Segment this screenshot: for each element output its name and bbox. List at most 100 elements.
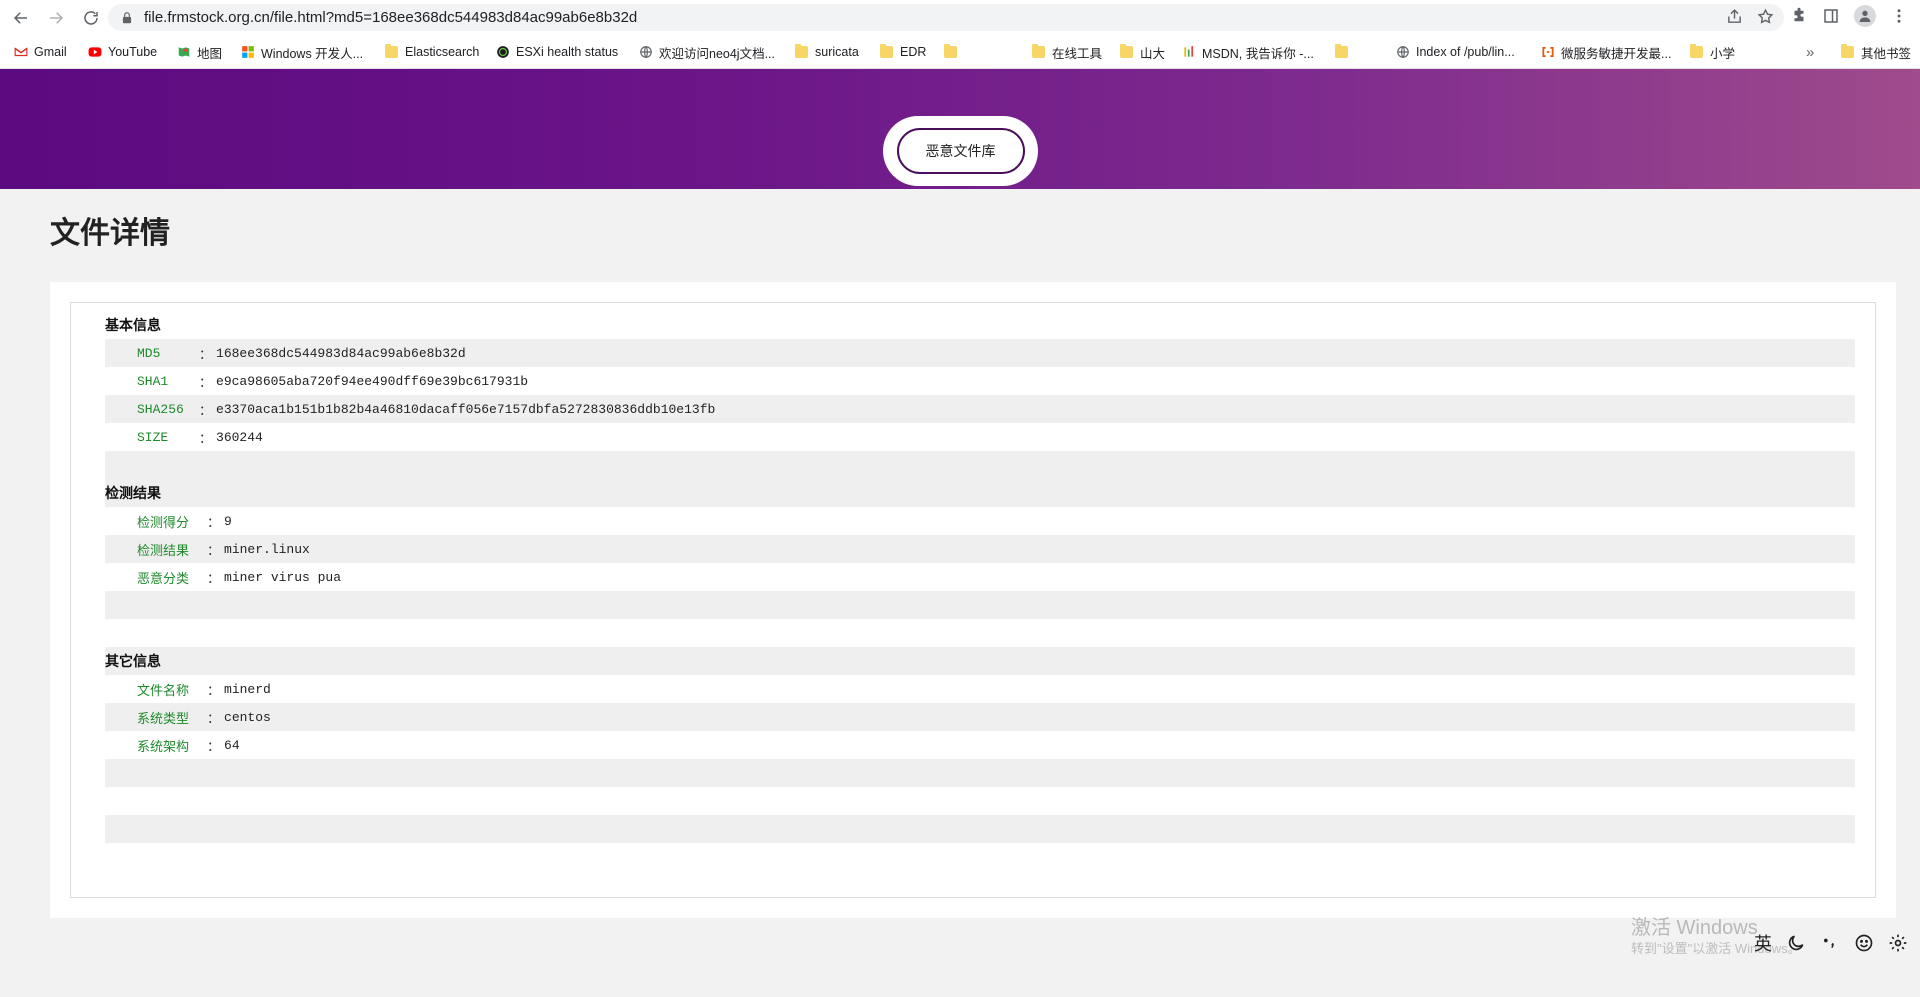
info-row-filename: 文件名称 ： minerd [105,675,1855,703]
bookmarks-overflow-button[interactable]: » [1806,43,1814,61]
bookmark-neo4j[interactable]: 欢迎访问neo4j文档... [639,43,775,61]
globe-icon [640,46,652,58]
forward-button[interactable] [42,4,70,32]
info-row-result: 检测结果 ： miner.linux [105,535,1855,563]
ime-language-toggle[interactable]: 英 [1754,930,1772,956]
info-separator: ： [207,711,221,727]
bookmark-primary-school[interactable]: 小学 [1690,43,1735,61]
details-card: 基本信息 MD5 ： 168ee368dc544983d84ac99ab6e8b… [70,302,1876,898]
header-banner: 恶意文件库 [0,69,1920,189]
extensions-icon[interactable] [1790,7,1808,25]
arrow-right-icon [50,11,64,24]
info-row-category: 恶意分类 ： miner virus pua [105,563,1855,591]
address-bar[interactable]: file.frmstock.org.cn/file.html?md5=168ee… [108,4,1784,31]
bookmark-microservice[interactable]: 微服务敏捷开发最... [1541,43,1671,61]
folder-icon [385,44,398,58]
spacer-row [105,759,1855,787]
malware-library-button[interactable]: 恶意文件库 [896,128,1025,174]
info-value: e3370aca1b151b1b82b4a46810dacaff056e7157… [216,401,716,417]
bookmark-gmail[interactable]: Gmail [14,43,67,61]
info-value: 9 [224,513,232,529]
info-separator: ： [207,515,221,531]
info-key: MD5 [137,345,161,361]
folder-icon [880,44,893,58]
back-button[interactable] [7,4,35,32]
bookmark-suricata[interactable]: suricata [795,43,859,61]
page-title: 文件详情 [50,217,170,250]
bookmark-online-tools[interactable]: 在线工具 [1032,43,1102,61]
info-row-sha1: SHA1 ： e9ca98605aba720f94ee490dff69e39bc… [105,367,1855,395]
lock-icon [122,11,132,23]
bookmark-other[interactable]: 其他书签 [1841,43,1911,61]
star-icon[interactable] [1757,8,1774,25]
section-header: 基本信息 [105,311,1855,339]
info-value: 64 [224,737,240,753]
info-key: 系统类型 [137,711,190,727]
info-separator: ： [199,403,213,419]
esxi-icon [497,46,509,58]
info-value: miner virus pua [224,569,342,585]
more-vertical-icon[interactable] [1890,7,1908,25]
info-row-sha256: SHA256 ： e3370aca1b151b1b82b4a46810dacaf… [105,395,1855,423]
info-row-arch: 系统架构 ： 64 [105,731,1855,759]
bookmark-esxi[interactable]: ESXi health status [496,43,618,61]
section-header: 其它信息 [105,647,1855,675]
youtube-icon [88,47,102,57]
info-row-score: 检测得分 ： 9 [105,507,1855,535]
info-value: miner.linux [224,541,310,557]
library-button-frame: 恶意文件库 [883,116,1038,186]
info-value: 168ee368dc544983d84ac99ab6e8b32d [216,345,466,361]
info-separator: ： [199,347,213,363]
info-row-md5: MD5 ： 168ee368dc544983d84ac99ab6e8b32d [105,339,1855,367]
info-value: minerd [224,681,271,697]
section-title: 其它信息 [105,653,161,669]
bookmark-msdn[interactable]: MSDN, 我告诉你 -... [1182,43,1314,61]
bookmark-windows-dev[interactable]: Windows 开发人... [241,43,363,61]
section-header: 检测结果 [105,479,1855,507]
info-key: 系统架构 [137,739,190,755]
gmail-icon [14,47,28,57]
info-row-size: SIZE ： 360244 [105,423,1855,451]
punctuation-icon[interactable] [1820,933,1840,953]
maps-icon [178,47,190,57]
section-title: 检测结果 [105,485,161,501]
settings-gear-icon[interactable] [1888,933,1908,953]
bookmark-sdu[interactable]: 山大 [1120,43,1165,61]
folder-icon [1690,44,1703,58]
spacer-row [105,591,1855,619]
reload-button[interactable] [77,4,105,32]
info-separator: ： [207,571,221,587]
section-detection: 检测结果 检测得分 ： 9 检测结果 ： miner.linux 恶意分类 ： … [105,479,1855,619]
bookmark-youtube[interactable]: YouTube [88,43,157,61]
section-other-info: 其它信息 文件名称 ： minerd 系统类型 ： centos 系统架构 ： … [105,647,1855,843]
folder-icon [1032,44,1045,58]
info-key: SIZE [137,429,169,445]
browser-toolbar: file.frmstock.org.cn/file.html?md5=168ee… [0,0,1920,35]
info-key: 检测得分 [137,515,190,531]
bookmark-folder-unnamed-1[interactable] [944,43,964,61]
bookmark-index-pub[interactable]: Index of /pub/lin... [1396,43,1515,61]
profile-avatar[interactable] [1854,5,1876,27]
info-separator: ： [207,683,221,699]
bookmark-maps[interactable]: 地图 [177,43,222,61]
bookmarks-bar: Gmail YouTube 地图 Windows 开发人... Elastics… [0,35,1920,69]
emoji-icon[interactable] [1854,933,1874,953]
info-separator: ： [207,739,221,755]
section-title: 基本信息 [105,317,161,333]
url-text[interactable]: file.frmstock.org.cn/file.html?md5=168ee… [144,9,637,26]
globe-icon [1397,46,1409,58]
share-icon[interactable] [1726,8,1743,25]
bookmark-elasticsearch[interactable]: Elasticsearch [385,43,479,61]
spacer-row [105,815,1855,843]
folder-icon [1841,44,1854,58]
person-icon [1859,10,1871,22]
bookmark-edr[interactable]: EDR [880,43,926,61]
info-key: SHA256 [137,401,184,417]
side-panel-icon[interactable] [1822,7,1840,25]
folder-icon [1335,44,1348,58]
moon-icon[interactable] [1786,933,1806,953]
msdn-icon [1184,46,1194,57]
spacer-row [105,451,1855,479]
bookmark-folder-unnamed-2[interactable] [1335,43,1355,61]
folder-icon [1120,44,1133,58]
